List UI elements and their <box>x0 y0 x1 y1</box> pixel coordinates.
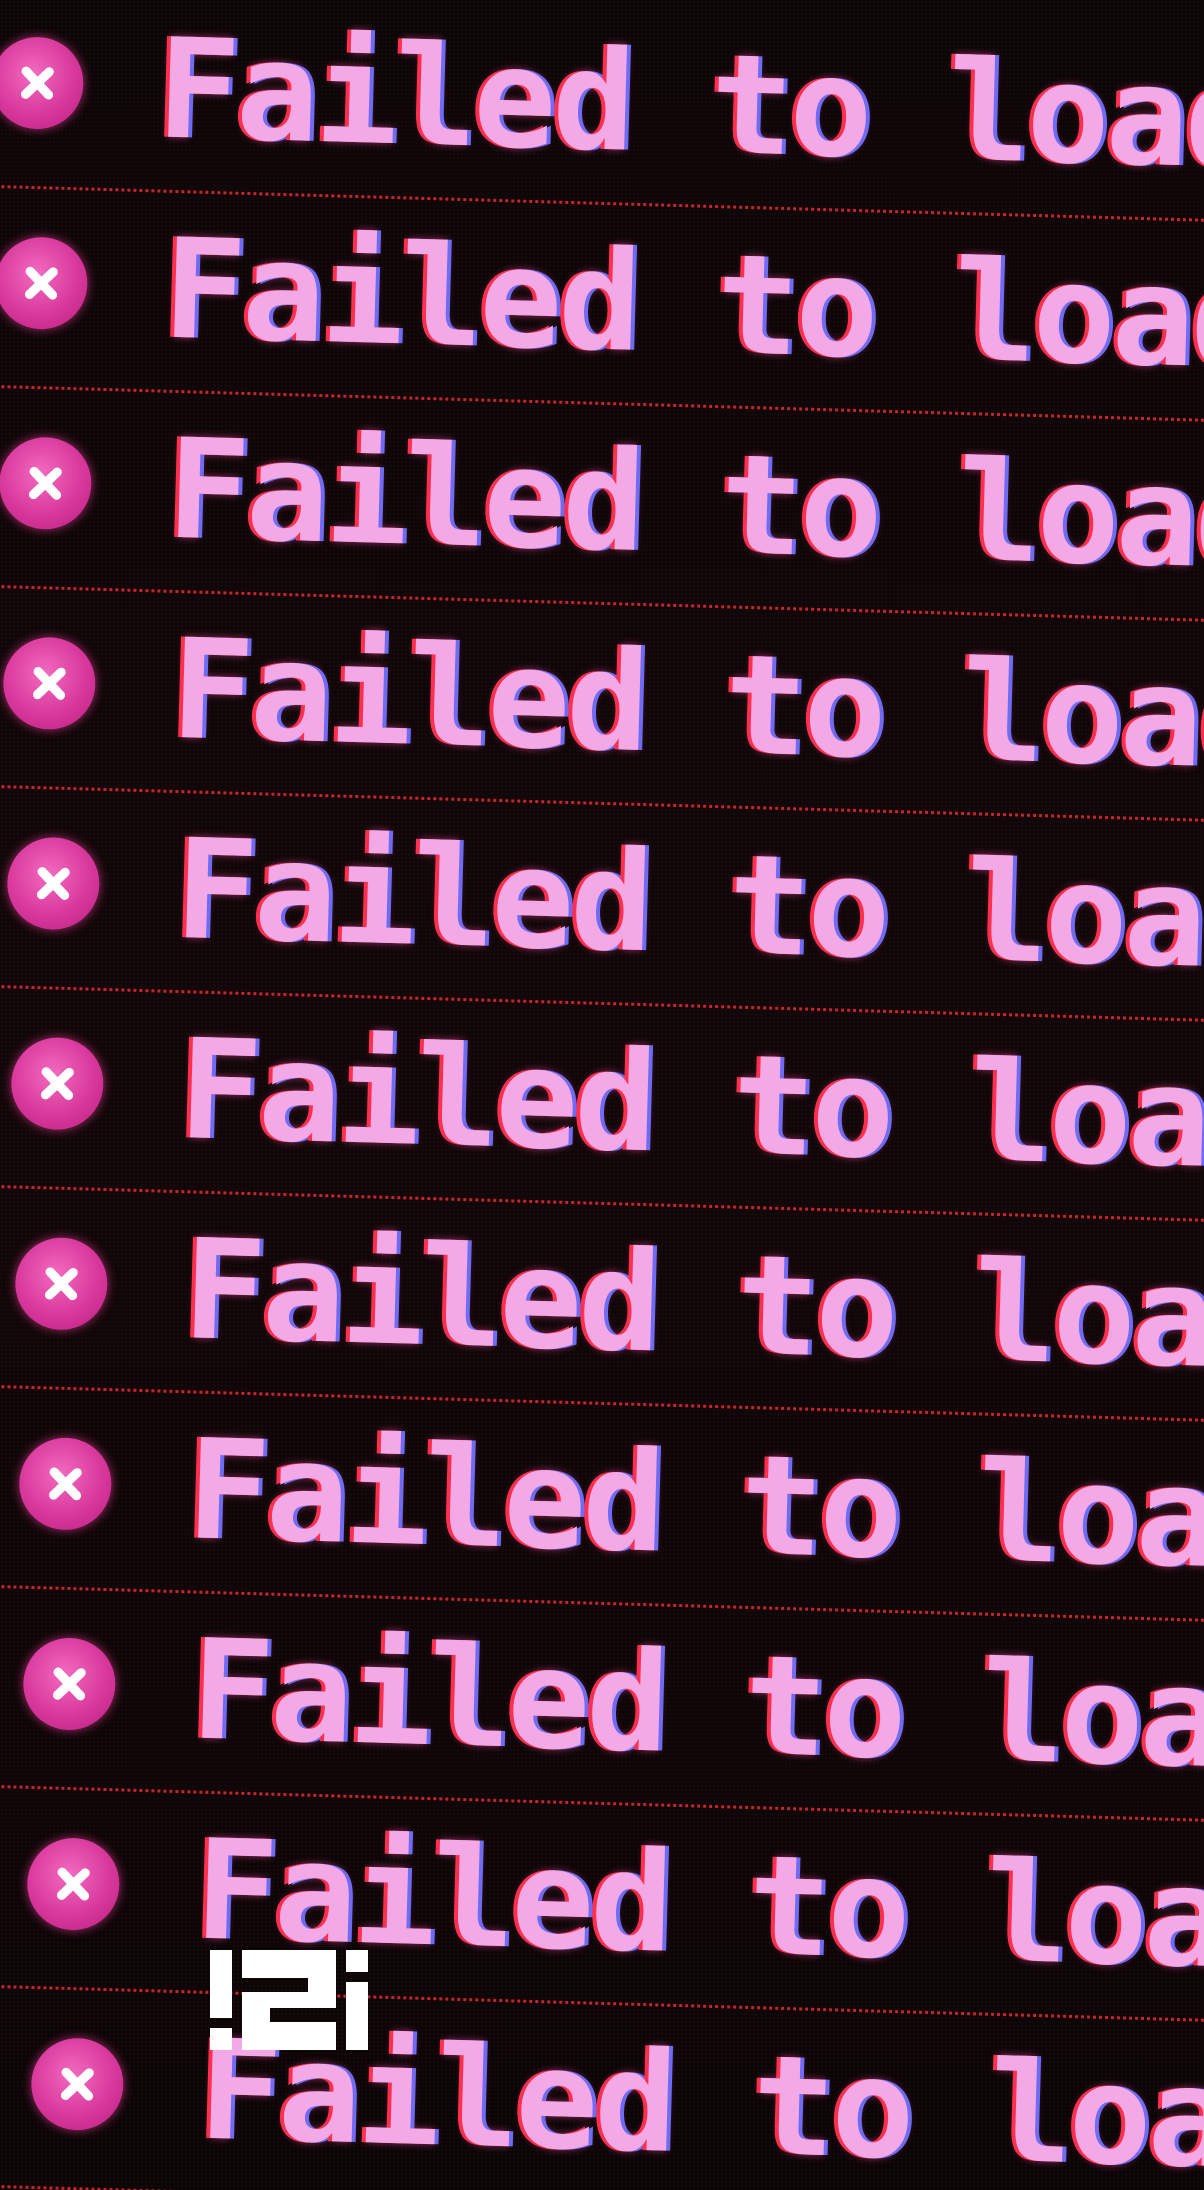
error-x-icon <box>6 836 101 931</box>
log-line: Failed to load r <box>0 788 1204 1023</box>
log-line: Failed to load r <box>0 1588 1204 1823</box>
error-message: Failed to load r <box>184 1409 1204 1605</box>
error-x-icon <box>10 1036 105 1131</box>
log-line: Failed to load r <box>0 1788 1204 2023</box>
log-line: Failed to load r <box>0 1988 1204 2190</box>
error-message: Failed to load r <box>180 1209 1204 1405</box>
error-message: Failed to load r <box>160 208 1204 405</box>
error-x-icon <box>22 1636 117 1732</box>
error-x-icon <box>2 636 97 731</box>
log-line: Failed to load r <box>0 1188 1204 1423</box>
log-line: Failed to load r <box>0 188 1204 423</box>
log-line: Failed to load r <box>0 988 1204 1223</box>
error-message: Failed to load r <box>172 808 1204 1005</box>
error-message: Failed to load r <box>164 408 1204 605</box>
error-message: Failed to load r <box>154 8 1204 204</box>
error-x-icon <box>0 436 93 531</box>
error-message: Failed to load r <box>168 608 1204 805</box>
log-line: Failed to load r <box>0 0 1204 223</box>
error-x-icon <box>0 235 89 331</box>
error-console: Failed to load r Failed to load r Failed… <box>0 0 1204 2190</box>
error-message: Failed to load r <box>188 1609 1204 1805</box>
log-line: Failed to load r <box>0 388 1204 623</box>
error-message: Failed to load r <box>176 1009 1204 1205</box>
error-x-icon <box>18 1436 113 1532</box>
log-line: Failed to load r <box>0 1388 1204 1623</box>
error-x-icon <box>0 35 85 131</box>
log-line: Failed to load r <box>0 588 1204 823</box>
brand-logo <box>210 1950 368 2050</box>
error-x-icon <box>14 1236 109 1332</box>
error-x-icon <box>26 1836 121 1932</box>
error-x-icon <box>30 2036 125 2132</box>
